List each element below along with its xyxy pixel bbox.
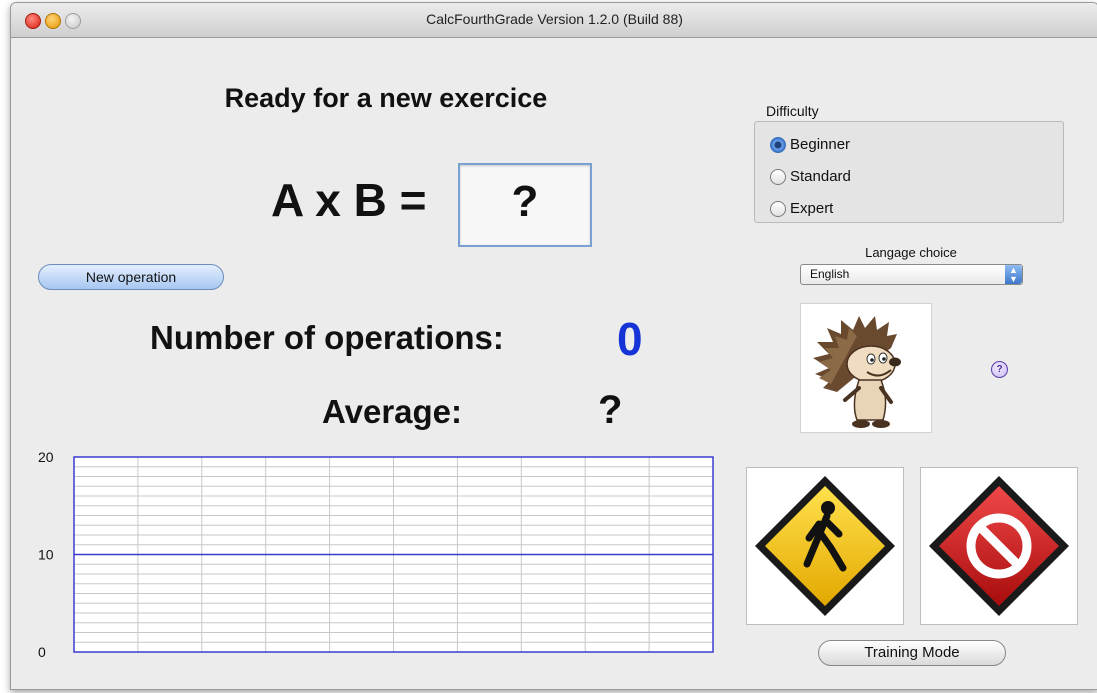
select-arrows-icon: ▲ ▼ (1005, 265, 1022, 284)
mascot-image (800, 303, 932, 433)
difficulty-option-label: Standard (790, 168, 851, 185)
pedestrian-warning-sign-icon (755, 476, 895, 616)
chart-y-tick-label: 20 (38, 449, 54, 465)
language-select[interactable]: English ▲ ▼ (800, 264, 1023, 285)
language-selected-value: English (810, 267, 850, 281)
difficulty-expert-radio[interactable]: Expert (770, 200, 833, 217)
radio-unselected-icon (770, 168, 786, 185)
difficulty-label: Difficulty (766, 103, 819, 119)
app-window: CalcFourthGrade Version 1.2.0 (Build 88)… (10, 2, 1097, 690)
chart-y-tick-label: 10 (38, 547, 54, 563)
difficulty-group: Beginner Standard Expert (754, 121, 1064, 223)
radio-selected-icon (770, 136, 786, 153)
chart-y-tick-label: 0 (38, 644, 46, 660)
radio-unselected-icon (770, 200, 786, 217)
difficulty-option-label: Expert (790, 200, 834, 217)
hedgehog-mascot-icon (813, 316, 901, 428)
difficulty-beginner-radio[interactable]: Beginner (770, 136, 850, 153)
language-label: Langage choice (865, 245, 957, 260)
no-entry-sign-icon (929, 476, 1069, 616)
stop-button[interactable] (920, 467, 1078, 625)
help-button[interactable]: ? (991, 361, 1008, 378)
score-chart: 0 10 20 (38, 449, 714, 660)
start-button[interactable] (746, 467, 904, 625)
difficulty-standard-radio[interactable]: Standard (770, 168, 851, 185)
training-mode-button[interactable]: Training Mode (818, 640, 1006, 666)
difficulty-option-label: Beginner (790, 136, 851, 153)
